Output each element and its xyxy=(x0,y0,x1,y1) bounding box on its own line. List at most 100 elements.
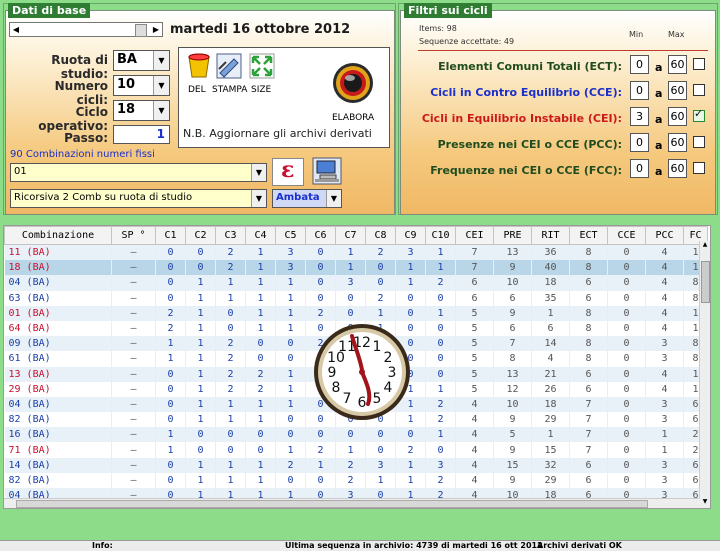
filter-max-input[interactable]: 60 xyxy=(668,159,687,178)
table-row[interactable]: 04 (BA) –0 1 1 1 1 0 3 0 1 2 6 10 18 6 0 4 8 xyxy=(4,275,708,291)
size-button[interactable]: SIZE xyxy=(249,53,279,98)
chevron-down-icon[interactable]: ▼ xyxy=(251,164,266,181)
filter-max-input[interactable]: 60 xyxy=(668,55,687,74)
bucket-icon xyxy=(188,53,210,78)
chevron-down-icon[interactable]: ▼ xyxy=(153,76,169,95)
column-header[interactable]: ECT xyxy=(569,226,608,245)
table-header-row: Combinazione SP ° C1 C2 C3 C4 C5 C6 C7 C8 C9 C10 CEI… xyxy=(4,226,708,245)
filter-max-input[interactable]: 60 xyxy=(668,133,687,152)
column-header[interactable]: CEI xyxy=(455,226,494,245)
filter-min-input[interactable]: 0 xyxy=(630,55,649,74)
column-header[interactable]: C4 xyxy=(245,226,276,245)
value-cell: 2 xyxy=(215,260,246,276)
filter-checkbox[interactable] xyxy=(693,136,705,148)
ruota-label: Ruota di studio: xyxy=(51,53,108,81)
value-cell: 1 xyxy=(395,275,426,291)
table-row[interactable]: 71 (BA) –1 0 0 0 1 2 1 0 2 0 4 9 15 7 0 1 2 xyxy=(4,442,708,458)
vertical-scrollbar[interactable]: ▲ ▼ xyxy=(699,241,710,508)
value-cell: 2 xyxy=(305,305,336,321)
date-scroll-slider[interactable]: ◀ ▶ xyxy=(9,22,163,37)
scroll-thumb[interactable] xyxy=(701,261,710,303)
column-header[interactable]: CCE xyxy=(607,226,646,245)
column-header[interactable]: C2 xyxy=(185,226,216,245)
scroll-right-icon[interactable]: ▶ xyxy=(150,23,162,36)
value-cell: 1 xyxy=(245,275,276,291)
filter-checkbox[interactable] xyxy=(693,84,705,96)
column-header[interactable]: Combinazione xyxy=(4,226,112,245)
table-row[interactable]: 16 (BA) –1 0 0 0 0 0 0 0 0 1 4 5 1 7 0 1 2 xyxy=(4,427,708,443)
filter-min-input[interactable]: 3 xyxy=(630,107,649,126)
horizontal-scrollbar[interactable] xyxy=(4,498,700,508)
cicli-select[interactable]: 10 ▼ xyxy=(113,75,170,96)
column-header[interactable]: PRE xyxy=(493,226,532,245)
filter-checkbox[interactable] xyxy=(693,162,705,174)
filter-checkbox[interactable]: ✓ xyxy=(693,107,705,122)
epsilon-button[interactable]: ε xyxy=(272,157,304,186)
scroll-thumb[interactable] xyxy=(135,24,147,37)
value-cell: 29 xyxy=(531,472,570,488)
value-cell: 1 xyxy=(185,275,216,291)
table-row[interactable]: 63 (BA) –0 1 1 1 1 0 0 2 0 0 6 6 35 6 0 4 8 xyxy=(4,290,708,306)
value-cell: 0 xyxy=(607,244,646,261)
column-header[interactable]: C3 xyxy=(215,226,246,245)
value-cell: 2 xyxy=(215,366,246,382)
value-cell: 1 xyxy=(395,472,426,488)
ricorsiva-select[interactable]: Ricorsiva 2 Comb su ruota di studio ▼ xyxy=(10,189,267,208)
filter-max-input[interactable]: 60 xyxy=(668,81,687,100)
scroll-down-icon[interactable]: ▼ xyxy=(700,498,710,508)
chevron-down-icon[interactable]: ▼ xyxy=(251,190,266,207)
value-cell: 14 xyxy=(531,336,570,352)
column-header[interactable]: SP ° xyxy=(111,226,156,245)
value-cell: 1 xyxy=(185,366,216,382)
column-header[interactable]: C9 xyxy=(395,226,426,245)
table-row[interactable]: 82 (BA) –0 1 1 1 0 0 2 1 1 2 4 9 29 6 0 3 6 xyxy=(4,472,708,488)
table-row[interactable]: 18 (BA) –0 0 2 1 3 0 1 0 1 1 7 9 40 8 0 4 1 xyxy=(4,260,708,276)
elabora-button[interactable]: ELABORA xyxy=(329,62,377,124)
value-cell: 0 xyxy=(395,427,426,443)
column-header[interactable]: C10 xyxy=(425,226,456,245)
value-cell: 2 xyxy=(425,396,456,413)
value-cell: 1 xyxy=(245,305,276,321)
value-cell: 2 xyxy=(155,320,186,337)
value-cell: 1 xyxy=(245,396,276,413)
combination-cell: 16 (BA) xyxy=(4,427,112,443)
filter-checkbox[interactable] xyxy=(693,58,705,70)
value-cell: 0 xyxy=(305,260,336,276)
ruota-select[interactable]: BA ▼ xyxy=(113,50,170,71)
table-row[interactable]: 11 (BA) –0 0 2 1 3 0 1 2 3 1 7 13 36 8 0 4 1 xyxy=(4,244,708,261)
scroll-thumb[interactable] xyxy=(16,500,648,508)
column-header[interactable]: RIT xyxy=(531,226,570,245)
chevron-down-icon[interactable]: ▼ xyxy=(153,101,169,120)
value-cell: 7 xyxy=(455,260,494,276)
stampa-button[interactable]: STAMPA xyxy=(212,53,248,98)
filter-max-input[interactable]: 60 xyxy=(668,107,687,126)
value-cell: 0 xyxy=(275,351,306,367)
column-header[interactable]: C6 xyxy=(305,226,336,245)
combinazione-select[interactable]: 01 ▼ xyxy=(10,163,267,182)
delete-button[interactable]: DEL xyxy=(185,53,213,98)
filter-min-input[interactable]: 0 xyxy=(630,81,649,100)
resize-icon xyxy=(249,53,275,79)
column-header[interactable]: PCC xyxy=(645,226,684,245)
filter-min-input[interactable]: 0 xyxy=(630,159,649,178)
value-cell: 1 xyxy=(395,457,426,473)
scroll-up-icon[interactable]: ▲ xyxy=(700,241,710,251)
combination-cell: 01 (BA) xyxy=(4,305,112,321)
column-header[interactable]: C7 xyxy=(335,226,366,245)
ambata-select[interactable]: Ambata ▼ xyxy=(272,189,342,208)
value-cell: 2 xyxy=(335,472,366,488)
chevron-down-icon[interactable]: ▼ xyxy=(153,51,169,70)
scroll-left-icon[interactable]: ◀ xyxy=(10,23,22,36)
passo-input[interactable]: 1 xyxy=(113,125,170,144)
value-cell: 0 xyxy=(245,336,276,352)
value-cell: 1 xyxy=(185,472,216,488)
column-header[interactable]: C5 xyxy=(275,226,306,245)
filter-min-input[interactable]: 0 xyxy=(630,133,649,152)
chevron-down-icon[interactable]: ▼ xyxy=(326,190,341,207)
table-row[interactable]: 14 (BA) –0 1 1 1 2 1 2 3 1 3 4 15 32 6 0 3 6 xyxy=(4,457,708,473)
ciclo-select[interactable]: 18 ▼ xyxy=(113,100,170,121)
computer-button[interactable] xyxy=(312,157,342,185)
column-header[interactable]: C1 xyxy=(155,226,186,245)
column-header[interactable]: C8 xyxy=(365,226,396,245)
table-row[interactable]: 01 (BA) –2 1 0 1 1 2 0 1 0 1 5 9 1 8 0 4 1 xyxy=(4,305,708,321)
